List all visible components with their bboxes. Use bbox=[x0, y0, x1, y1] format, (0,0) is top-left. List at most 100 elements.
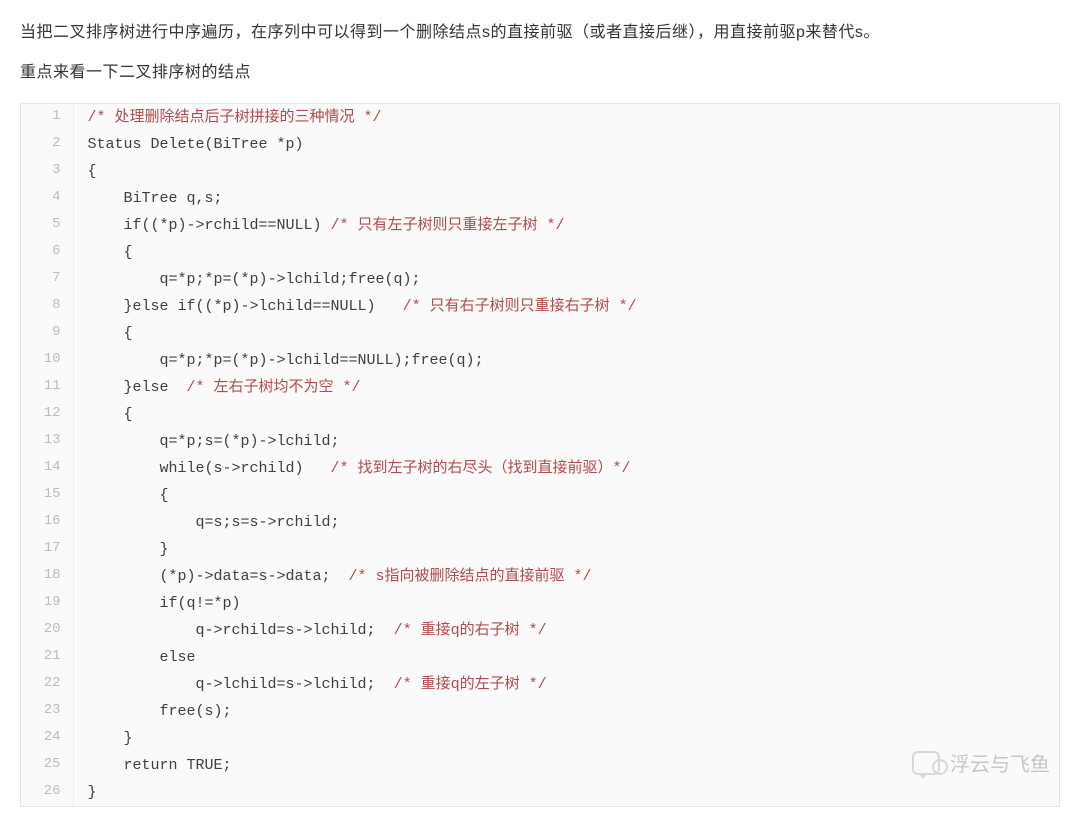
code-text: { bbox=[88, 406, 133, 423]
code-line: 20 q->rchild=s->lchild; /* 重接q的右子树 */ bbox=[21, 617, 1059, 644]
code-line: 24 } bbox=[21, 725, 1059, 752]
code-content: q->lchild=s->lchild; /* 重接q的左子树 */ bbox=[73, 671, 1059, 698]
code-text: { bbox=[88, 325, 133, 342]
code-text: return TRUE; bbox=[88, 757, 232, 774]
line-number: 17 bbox=[21, 536, 73, 563]
code-text: { bbox=[88, 487, 169, 504]
code-line: 21 else bbox=[21, 644, 1059, 671]
code-line: 13 q=*p;s=(*p)->lchild; bbox=[21, 428, 1059, 455]
code-line: 1 /* 处理删除结点后子树拼接的三种情况 */ bbox=[21, 104, 1059, 131]
line-number: 12 bbox=[21, 401, 73, 428]
line-number: 14 bbox=[21, 455, 73, 482]
code-content: } bbox=[73, 725, 1059, 752]
code-content: else bbox=[73, 644, 1059, 671]
code-text: } bbox=[88, 730, 133, 747]
line-number: 4 bbox=[21, 185, 73, 212]
code-line: 15 { bbox=[21, 482, 1059, 509]
code-content: Status Delete(BiTree *p) bbox=[73, 131, 1059, 158]
code-line: 6 { bbox=[21, 239, 1059, 266]
line-number: 9 bbox=[21, 320, 73, 347]
code-content: BiTree q,s; bbox=[73, 185, 1059, 212]
code-text: BiTree q,s; bbox=[88, 190, 223, 207]
code-text: }else bbox=[88, 379, 187, 396]
line-number: 16 bbox=[21, 509, 73, 536]
code-comment: /* 只有左子树则只重接左子树 */ bbox=[331, 217, 565, 234]
code-text: while(s->rchild) bbox=[88, 460, 331, 477]
code-line: 11 }else /* 左右子树均不为空 */ bbox=[21, 374, 1059, 401]
line-number: 23 bbox=[21, 698, 73, 725]
code-line: 2 Status Delete(BiTree *p) bbox=[21, 131, 1059, 158]
code-comment: /* 重接q的右子树 */ bbox=[394, 622, 547, 639]
code-line: 18 (*p)->data=s->data; /* s指向被删除结点的直接前驱 … bbox=[21, 563, 1059, 590]
code-content: }else if((*p)->lchild==NULL) /* 只有右子树则只重… bbox=[73, 293, 1059, 320]
code-content: { bbox=[73, 239, 1059, 266]
line-number: 6 bbox=[21, 239, 73, 266]
line-number: 18 bbox=[21, 563, 73, 590]
code-comment: /* 左右子树均不为空 */ bbox=[187, 379, 361, 396]
code-text: q=s;s=s->rchild; bbox=[88, 514, 340, 531]
code-text: (*p)->data=s->data; bbox=[88, 568, 349, 585]
code-text: } bbox=[88, 784, 97, 801]
code-line: 10 q=*p;*p=(*p)->lchild==NULL);free(q); bbox=[21, 347, 1059, 374]
code-line: 14 while(s->rchild) /* 找到左子树的右尽头（找到直接前驱）… bbox=[21, 455, 1059, 482]
code-text: q->lchild=s->lchild; bbox=[88, 676, 394, 693]
code-text: }else if((*p)->lchild==NULL) bbox=[88, 298, 403, 315]
code-content: while(s->rchild) /* 找到左子树的右尽头（找到直接前驱）*/ bbox=[73, 455, 1059, 482]
code-line: 7 q=*p;*p=(*p)->lchild;free(q); bbox=[21, 266, 1059, 293]
code-content: free(s); bbox=[73, 698, 1059, 725]
code-content: return TRUE; bbox=[73, 752, 1059, 779]
line-number: 5 bbox=[21, 212, 73, 239]
code-line: 12 { bbox=[21, 401, 1059, 428]
code-comment: /* 只有右子树则只重接右子树 */ bbox=[403, 298, 637, 315]
code-comment: /* 重接q的左子树 */ bbox=[394, 676, 547, 693]
code-content: } bbox=[73, 779, 1059, 806]
code-content: q=s;s=s->rchild; bbox=[73, 509, 1059, 536]
code-line: 19 if(q!=*p) bbox=[21, 590, 1059, 617]
code-content: q=*p;*p=(*p)->lchild==NULL);free(q); bbox=[73, 347, 1059, 374]
line-number: 26 bbox=[21, 779, 73, 806]
intro-text: 当把二叉排序树进行中序遍历，在序列中可以得到一个删除结点s的直接前驱（或者直接后… bbox=[20, 18, 1060, 89]
code-line: 4 BiTree q,s; bbox=[21, 185, 1059, 212]
code-content: { bbox=[73, 482, 1059, 509]
line-number: 21 bbox=[21, 644, 73, 671]
code-line: 22 q->lchild=s->lchild; /* 重接q的左子树 */ bbox=[21, 671, 1059, 698]
code-comment: /* s指向被删除结点的直接前驱 */ bbox=[349, 568, 592, 585]
code-content: q=*p;*p=(*p)->lchild;free(q); bbox=[73, 266, 1059, 293]
code-comment: /* 找到左子树的右尽头（找到直接前驱）*/ bbox=[331, 460, 631, 477]
code-content: }else /* 左右子树均不为空 */ bbox=[73, 374, 1059, 401]
code-line: 26} bbox=[21, 779, 1059, 806]
code-text: if(q!=*p) bbox=[88, 595, 241, 612]
line-number: 2 bbox=[21, 131, 73, 158]
line-number: 22 bbox=[21, 671, 73, 698]
code-content: { bbox=[73, 320, 1059, 347]
line-number: 20 bbox=[21, 617, 73, 644]
line-number: 11 bbox=[21, 374, 73, 401]
code-line: 3{ bbox=[21, 158, 1059, 185]
code-line: 23 free(s); bbox=[21, 698, 1059, 725]
code-text: q=*p;*p=(*p)->lchild==NULL);free(q); bbox=[88, 352, 484, 369]
code-content: if((*p)->rchild==NULL) /* 只有左子树则只重接左子树 *… bbox=[73, 212, 1059, 239]
line-number: 15 bbox=[21, 482, 73, 509]
code-content: q=*p;s=(*p)->lchild; bbox=[73, 428, 1059, 455]
code-content: (*p)->data=s->data; /* s指向被删除结点的直接前驱 */ bbox=[73, 563, 1059, 590]
code-content: q->rchild=s->lchild; /* 重接q的右子树 */ bbox=[73, 617, 1059, 644]
code-text: Status Delete(BiTree *p) bbox=[88, 136, 304, 153]
code-text: q->rchild=s->lchild; bbox=[88, 622, 394, 639]
code-table: 1 /* 处理删除结点后子树拼接的三种情况 */ 2 Status Delete(Bi… bbox=[21, 104, 1059, 806]
code-line: 5 if((*p)->rchild==NULL) /* 只有左子树则只重接左子树… bbox=[21, 212, 1059, 239]
line-number: 10 bbox=[21, 347, 73, 374]
code-line: 8 }else if((*p)->lchild==NULL) /* 只有右子树则… bbox=[21, 293, 1059, 320]
code-text: q=*p;*p=(*p)->lchild;free(q); bbox=[88, 271, 421, 288]
code-line: 17 } bbox=[21, 536, 1059, 563]
line-number: 24 bbox=[21, 725, 73, 752]
code-content: } bbox=[73, 536, 1059, 563]
code-comment: /* 处理删除结点后子树拼接的三种情况 */ bbox=[88, 109, 382, 126]
line-number: 19 bbox=[21, 590, 73, 617]
line-number: 1 bbox=[21, 104, 73, 131]
code-text: free(s); bbox=[88, 703, 232, 720]
line-number: 8 bbox=[21, 293, 73, 320]
code-content: { bbox=[73, 401, 1059, 428]
line-number: 13 bbox=[21, 428, 73, 455]
code-text: if((*p)->rchild==NULL) bbox=[88, 217, 331, 234]
code-block: 1 /* 处理删除结点后子树拼接的三种情况 */ 2 Status Delete(Bi… bbox=[20, 103, 1060, 807]
